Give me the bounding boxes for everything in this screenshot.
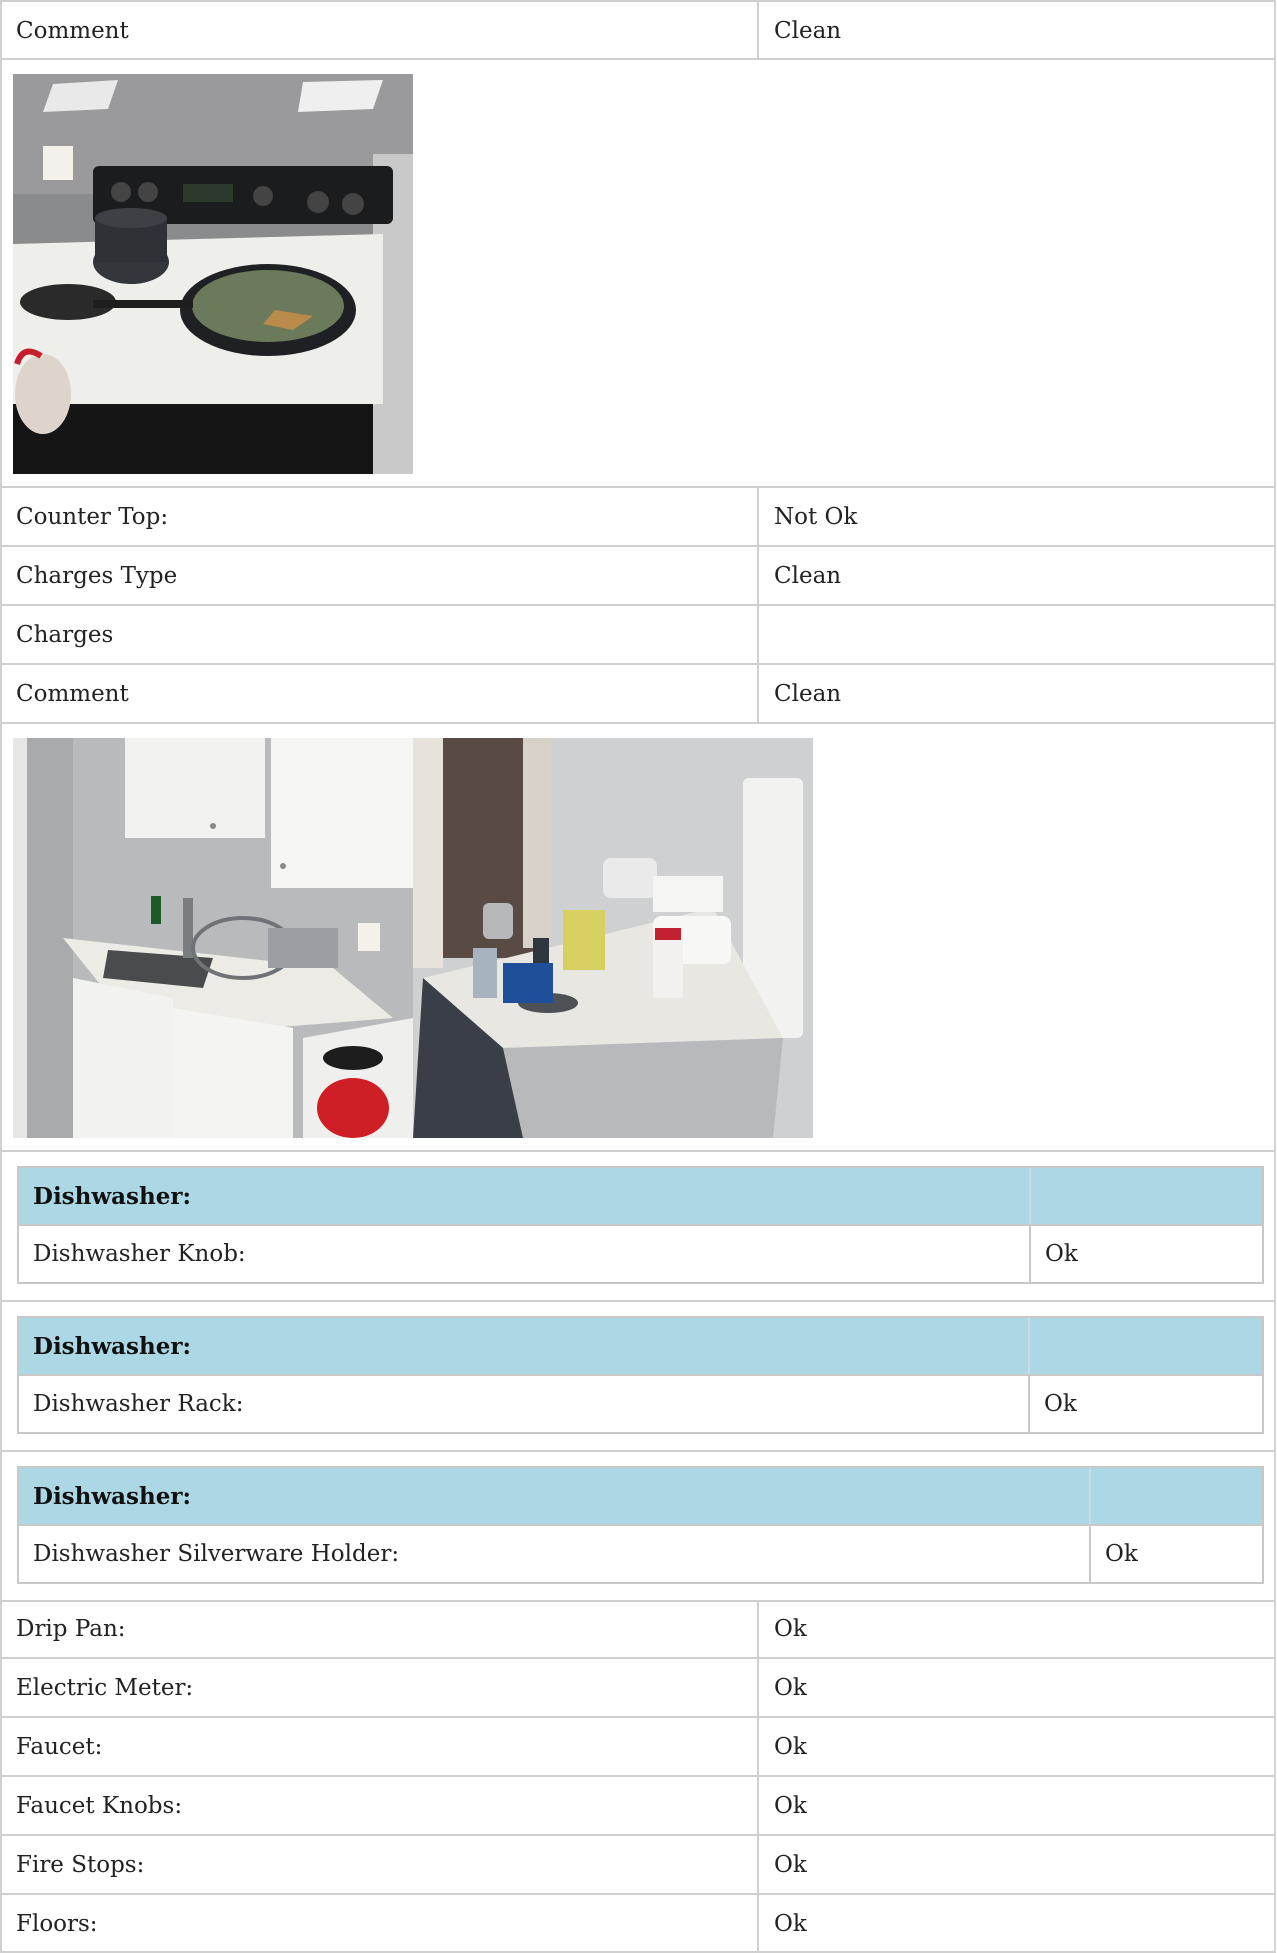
column-divider	[757, 606, 759, 663]
column-divider	[1028, 1376, 1030, 1434]
stove-photo[interactable]	[13, 74, 413, 474]
row-label: Counter Top:	[16, 504, 169, 530]
column-divider	[1089, 1526, 1091, 1584]
column-divider	[757, 1659, 759, 1716]
section-heading: Dishwasher:	[33, 1183, 191, 1210]
row-label: Comment	[16, 18, 129, 44]
section-heading: Dishwasher:	[33, 1483, 191, 1510]
column-divider	[757, 488, 759, 545]
dishwasher-silverware-section: Dishwasher: Dishwasher Silverware Holder…	[0, 1452, 1276, 1602]
table-row: Counter Top: Not Ok	[0, 488, 1276, 547]
table-row: Charges	[0, 606, 1276, 665]
row-value: Clean	[774, 563, 842, 589]
column-divider	[1029, 1226, 1031, 1284]
row-value: Ok	[1044, 1391, 1077, 1417]
row-value: Not Ok	[774, 504, 858, 530]
row-label: Drip Pan:	[16, 1616, 126, 1642]
column-divider	[757, 1895, 759, 1951]
row-value: Ok	[774, 1911, 807, 1937]
row-label: Dishwasher Knob:	[33, 1241, 246, 1267]
row-label: Electric Meter:	[16, 1675, 194, 1701]
dishwasher-table: Dishwasher: Dishwasher Knob: Ok	[17, 1166, 1264, 1284]
column-divider	[1089, 1468, 1091, 1524]
column-divider	[757, 1777, 759, 1834]
column-divider	[757, 1600, 759, 1657]
table-header: Dishwasher:	[19, 1318, 1262, 1376]
row-value: Ok	[1105, 1541, 1138, 1567]
table-header: Dishwasher:	[19, 1468, 1262, 1526]
row-label: Floors:	[16, 1911, 98, 1937]
row-label: Dishwasher Rack:	[33, 1391, 244, 1417]
column-divider	[757, 1836, 759, 1893]
column-divider	[1028, 1318, 1030, 1374]
section-heading: Dishwasher:	[33, 1333, 191, 1360]
table-row: Fire Stops: Ok	[0, 1836, 1276, 1895]
dishwasher-rack-section: Dishwasher: Dishwasher Rack: Ok	[0, 1302, 1276, 1452]
table-row: Floors: Ok	[0, 1895, 1276, 1953]
column-divider	[757, 665, 759, 722]
row-value: Ok	[774, 1675, 807, 1701]
column-divider	[1029, 1168, 1031, 1224]
row-label: Charges Type	[16, 563, 178, 589]
row-label: Charges	[16, 622, 114, 648]
photo-row	[0, 60, 1276, 488]
table-row: Comment Clean	[0, 0, 1276, 60]
dishwasher-knob-section: Dishwasher: Dishwasher Knob: Ok	[0, 1152, 1276, 1302]
table-row: Faucet Knobs: Ok	[0, 1777, 1276, 1836]
table-row: Electric Meter: Ok	[0, 1659, 1276, 1718]
table-row: Drip Pan: Ok	[0, 1600, 1276, 1659]
row-label: Comment	[16, 681, 129, 707]
inspection-report: Comment Clean Counter Top: Not Ok Charge…	[0, 0, 1276, 1953]
column-divider	[757, 1718, 759, 1775]
table-header: Dishwasher:	[19, 1168, 1262, 1226]
row-value: Ok	[774, 1793, 807, 1819]
table-row: Faucet: Ok	[0, 1718, 1276, 1777]
row-label: Fire Stops:	[16, 1852, 145, 1878]
column-divider	[757, 547, 759, 604]
dishwasher-table: Dishwasher: Dishwasher Rack: Ok	[17, 1316, 1264, 1434]
row-value: Clean	[774, 18, 842, 44]
row-value: Ok	[1045, 1241, 1078, 1267]
row-value: Clean	[774, 681, 842, 707]
row-label: Faucet Knobs:	[16, 1793, 183, 1819]
row-value: Ok	[774, 1852, 807, 1878]
column-divider	[757, 2, 759, 58]
sink-counter-photo[interactable]	[13, 738, 413, 1138]
row-label: Dishwasher Silverware Holder:	[33, 1541, 400, 1567]
island-counter-photo[interactable]	[413, 738, 813, 1138]
table-row: Charges Type Clean	[0, 547, 1276, 606]
dishwasher-table: Dishwasher: Dishwasher Silverware Holder…	[17, 1466, 1264, 1584]
row-value: Ok	[774, 1734, 807, 1760]
table-row: Comment Clean	[0, 665, 1276, 724]
photo-row	[0, 724, 1276, 1152]
row-label: Faucet:	[16, 1734, 103, 1760]
row-value: Ok	[774, 1616, 807, 1642]
